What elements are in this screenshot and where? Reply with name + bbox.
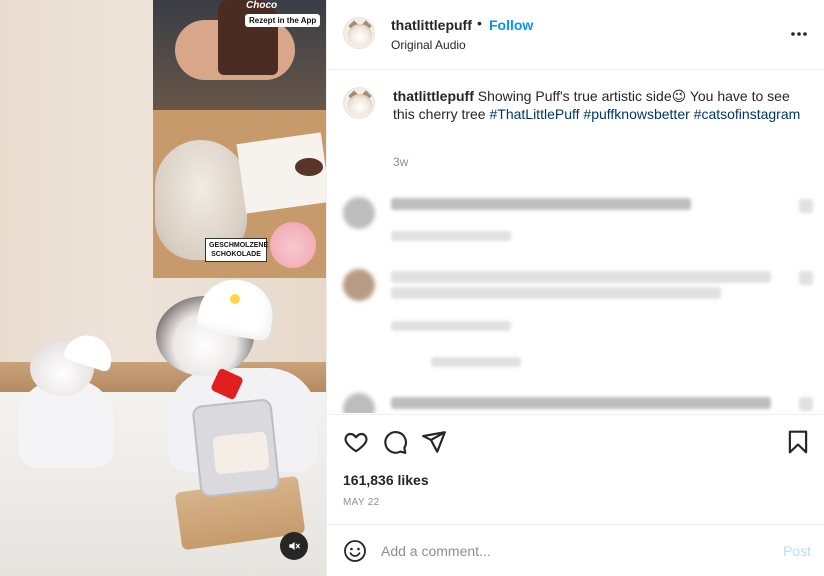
author-avatar[interactable]: [343, 17, 375, 49]
inset-recipe-tag: Rezept in the App: [245, 14, 321, 27]
chef-hat-badge: [228, 292, 242, 306]
hashtag-link[interactable]: #catsofinstagram: [694, 106, 801, 122]
phone-sticker: [212, 431, 270, 475]
post-comment-button[interactable]: Post: [783, 543, 811, 559]
blurred-comment-like: [799, 271, 813, 285]
header-separator: •: [477, 15, 482, 31]
comment-icon: [384, 431, 407, 454]
comments-section[interactable]: thatlittlepuff Showing Puff's true artis…: [327, 71, 824, 413]
bookmark-icon: [788, 430, 808, 454]
comment-composer: Post: [327, 524, 824, 576]
comment-button[interactable]: [382, 429, 408, 455]
post-media[interactable]: Choco Rezept in the App GESCHMOLZENE SCH…: [0, 0, 326, 576]
blurred-comment-text: [391, 287, 721, 299]
caption-avatar[interactable]: [343, 87, 375, 119]
blurred-comment-like: [799, 199, 813, 213]
author-username[interactable]: thatlittlepuff: [391, 17, 472, 33]
blurred-comment-avatar: [343, 197, 375, 229]
blurred-comment-meta: [391, 231, 511, 241]
badge-line-2: SCHOKOLADE: [211, 251, 261, 258]
blurred-comment-avatar: [343, 269, 375, 301]
more-options-icon: [791, 32, 807, 36]
follow-button[interactable]: Follow: [489, 17, 533, 33]
post-header: thatlittlepuff • Follow Original Audio: [327, 0, 824, 70]
inset-chocolate-drop: [295, 158, 323, 176]
caption-timestamp: 3w: [393, 155, 409, 169]
blurred-comment-text: [391, 198, 691, 210]
share-button[interactable]: [421, 429, 447, 455]
avatar-face: [348, 24, 372, 46]
blurred-comment-avatar: [343, 393, 375, 413]
hashtag-link[interactable]: #ThatLittlePuff: [489, 106, 579, 122]
caption-avatar-face: [348, 94, 372, 116]
blurred-comment-text: [391, 397, 771, 409]
inset-caption-badge: GESCHMOLZENE SCHOKOLADE: [205, 238, 269, 262]
more-options-button[interactable]: [789, 24, 809, 44]
blurred-comment-meta: [391, 321, 511, 331]
like-button[interactable]: [343, 429, 369, 455]
comment-input[interactable]: [381, 537, 761, 565]
speaker-muted-icon: [289, 541, 300, 551]
mute-button[interactable]: [280, 532, 308, 560]
blurred-view-replies: [431, 357, 521, 367]
save-button[interactable]: [785, 429, 811, 455]
share-icon: [422, 431, 446, 453]
caption-username[interactable]: thatlittlepuff: [393, 88, 474, 104]
emoji-button[interactable]: [343, 539, 367, 563]
post-date: MAY 22: [343, 497, 380, 508]
badge-line-1: GESCHMOLZENE: [209, 242, 269, 249]
pig-mascot-icon: [270, 222, 316, 268]
post-actions: 161,836 likes MAY 22: [327, 414, 824, 524]
inset-brand-logo: Choco: [246, 0, 278, 11]
emoji-icon: [344, 540, 366, 562]
likes-count[interactable]: 161,836 likes: [343, 472, 429, 488]
inset-chocolate-tree: [218, 0, 278, 75]
hashtag-link[interactable]: #puffknowsbetter: [583, 106, 689, 122]
heart-icon: [344, 432, 368, 453]
audio-label[interactable]: Original Audio: [391, 38, 466, 52]
blurred-comment-text: [391, 271, 771, 283]
post-caption: thatlittlepuff Showing Puff's true artis…: [393, 87, 801, 123]
blurred-comment-like: [799, 397, 813, 411]
post-panel: thatlittlepuff • Follow Original Audio t…: [326, 0, 824, 576]
